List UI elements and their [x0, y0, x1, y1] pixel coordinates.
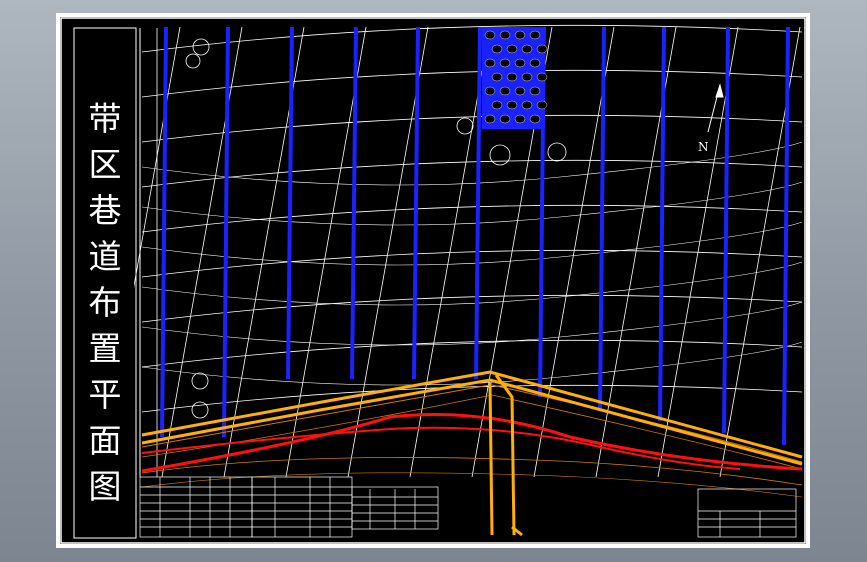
- blue-roadway: [350, 26, 358, 380]
- goaf-hole: [529, 114, 541, 124]
- grid-line-horizontal: [141, 339, 803, 368]
- cad-drawing: N: [60, 17, 806, 544]
- goaf-hole: [514, 86, 526, 96]
- goaf-hole: [536, 100, 548, 110]
- goaf-hole: [529, 58, 541, 68]
- symbol-3: [456, 117, 474, 135]
- legend-table: [139, 476, 439, 538]
- grid-line-horizontal: [141, 249, 803, 278]
- grid-line-horizontal: [141, 69, 803, 98]
- goaf-hole: [514, 114, 526, 124]
- blue-roadway: [598, 26, 606, 410]
- boundary-upper-right-2: [491, 394, 803, 470]
- title-char: 带: [88, 99, 122, 138]
- title-char: 巷: [88, 191, 122, 230]
- symbol-6: [191, 372, 209, 390]
- conveyor-branch-1: [494, 374, 516, 536]
- goaf-hole: [514, 58, 526, 68]
- blue-roadway: [412, 26, 420, 380]
- title-char: 平: [88, 375, 122, 414]
- title-char: 布: [88, 283, 122, 322]
- blue-roadway: [286, 26, 294, 380]
- goaf-area: [482, 27, 548, 129]
- cad-viewport[interactable]: N: [60, 17, 806, 544]
- boundary-lines: [141, 384, 803, 498]
- goaf-hole: [499, 58, 511, 68]
- goaf-hole: [499, 86, 511, 96]
- goaf-hole: [529, 86, 541, 96]
- grid-line-horizontal: [141, 24, 803, 53]
- contour-line: [141, 261, 803, 306]
- contour-line: [141, 181, 803, 226]
- goaf-hole: [491, 72, 503, 82]
- grid-line-horizontal: [141, 204, 803, 233]
- goaf-hole: [521, 44, 533, 54]
- north-arrow: N: [698, 83, 724, 154]
- contour-line: [141, 221, 803, 266]
- blue-roadway: [722, 26, 730, 434]
- grid-line-horizontal: [141, 159, 803, 188]
- grid-line-vertical: [161, 26, 243, 478]
- blue-roadway: [782, 26, 790, 446]
- contour-line: [141, 341, 803, 386]
- symbol-1: [192, 38, 210, 56]
- goaf-hole: [484, 114, 496, 124]
- symbol-7: [191, 401, 209, 419]
- symbol-5: [547, 142, 567, 162]
- goaf-hole: [514, 30, 526, 40]
- goaf-hole: [484, 86, 496, 96]
- symbol-2: [185, 53, 201, 69]
- north-label: N: [698, 140, 709, 154]
- goaf-hole: [491, 44, 503, 54]
- contour-line: [141, 301, 803, 346]
- goaf-hole: [484, 58, 496, 68]
- goaf-hole: [506, 44, 518, 54]
- goaf-hole: [536, 72, 548, 82]
- conveyor-branch-2: [488, 382, 494, 536]
- title-char: 区: [88, 145, 122, 184]
- symbol-4: [489, 144, 511, 166]
- grid-line-horizontal: [141, 294, 803, 323]
- title-char: 道: [88, 237, 122, 276]
- blue-roadway: [222, 26, 230, 438]
- title-char: 置: [88, 329, 122, 368]
- goaf-hole: [521, 100, 533, 110]
- goaf-hole: [484, 30, 496, 40]
- goaf-hole: [536, 44, 548, 54]
- goaf-hole: [499, 114, 511, 124]
- title-char: 图: [88, 467, 122, 506]
- goaf-hole: [506, 72, 518, 82]
- goaf-hole: [491, 100, 503, 110]
- coordinate-grid: [99, 24, 803, 478]
- title-char: 面: [88, 421, 122, 460]
- blue-roadway: [160, 26, 168, 438]
- goaf-hole: [521, 72, 533, 82]
- goaf-hole: [499, 30, 511, 40]
- blue-roadway: [474, 26, 482, 380]
- title-block: [697, 488, 797, 538]
- blue-roadway: [658, 26, 666, 422]
- goaf-hole: [529, 30, 541, 40]
- contour-lines: [141, 141, 803, 386]
- drawing-title: 带 区 巷 道 布 置 平 面 图: [76, 30, 134, 530]
- goaf-hole: [506, 100, 518, 110]
